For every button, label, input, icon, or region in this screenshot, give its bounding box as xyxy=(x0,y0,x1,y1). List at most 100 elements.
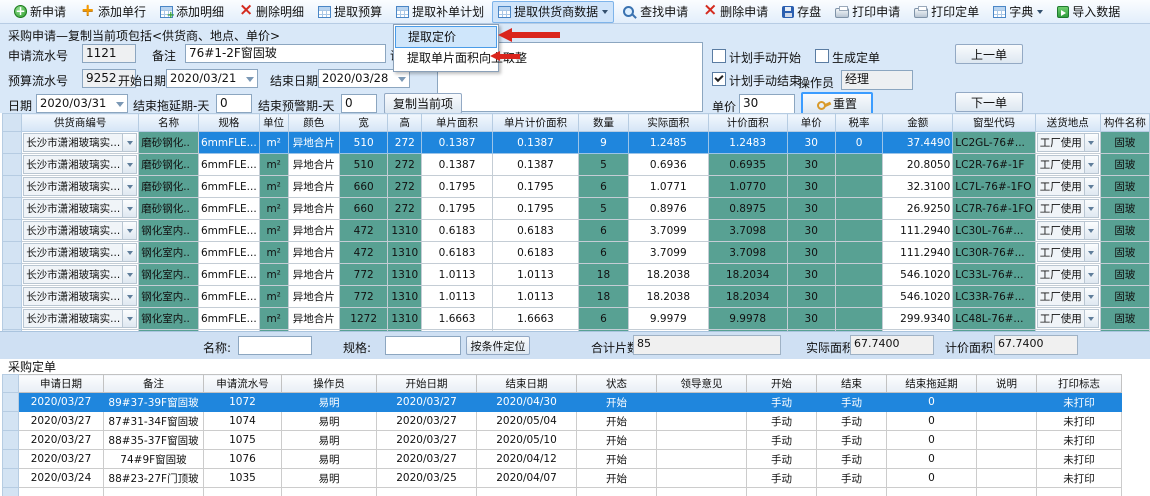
column-header[interactable]: 高 xyxy=(388,114,422,132)
table-row[interactable]: 长沙市潇湘玻璃实...钢化室内..6mmFLE...m²异地合片47213100… xyxy=(3,242,1150,264)
filter-name-input[interactable] xyxy=(238,336,312,355)
table-row[interactable]: 长沙市潇湘玻璃实...磨砂钢化..6mmFLE...m²异地合片5102720.… xyxy=(3,154,1150,176)
combo-dropdown-button[interactable] xyxy=(1084,156,1098,173)
request-no-field[interactable]: 1121 xyxy=(82,44,136,63)
combo-dropdown-button[interactable] xyxy=(1084,134,1098,151)
column-header[interactable]: 说明 xyxy=(977,375,1037,393)
combo-dropdown-button[interactable] xyxy=(122,200,136,217)
combo-dropdown-button[interactable] xyxy=(122,134,136,151)
toolbar-button-13[interactable]: 导入数据 xyxy=(1051,1,1126,23)
menu-item-1[interactable]: 提取单片面积向上取整 xyxy=(395,48,497,70)
combo-dropdown-button[interactable] xyxy=(122,156,136,173)
toolbar-button-0[interactable]: 新申请 xyxy=(8,1,72,23)
toolbar-button-4[interactable]: 提取预算 xyxy=(312,1,388,23)
column-header[interactable]: 计价面积 xyxy=(708,114,787,132)
toolbar-button-7[interactable]: 查找申请 xyxy=(616,1,694,23)
column-header[interactable]: 打印标志 xyxy=(1037,375,1122,393)
column-header[interactable]: 构件名称 xyxy=(1100,114,1149,132)
combo-dropdown-button[interactable] xyxy=(1084,178,1098,195)
column-header[interactable]: 颜色 xyxy=(288,114,339,132)
column-header[interactable]: 申请流水号 xyxy=(204,375,282,393)
column-header[interactable]: 单价 xyxy=(787,114,835,132)
combo-dropdown-button[interactable] xyxy=(1084,222,1098,239)
column-header[interactable]: 规格 xyxy=(198,114,259,132)
reset-button[interactable]: 重置 xyxy=(801,92,873,115)
remark-field[interactable]: 76#1-2F窗固玻 xyxy=(185,44,386,63)
generate-order-checkbox[interactable] xyxy=(815,49,829,63)
column-header[interactable]: 开始 xyxy=(747,375,817,393)
end-delay-field[interactable]: 0 xyxy=(216,94,252,113)
column-header[interactable]: 开始日期 xyxy=(377,375,477,393)
combo-dropdown-button[interactable] xyxy=(122,266,136,283)
column-header[interactable]: 税率 xyxy=(835,114,882,132)
combo-dropdown-button[interactable] xyxy=(122,178,136,195)
column-header[interactable]: 宽 xyxy=(339,114,388,132)
column-header[interactable]: 领导意见 xyxy=(657,375,747,393)
filter-spec-input[interactable] xyxy=(385,336,461,355)
menu-item-0[interactable]: 提取定价 xyxy=(395,26,497,48)
toolbar-button-2[interactable]: 添加明细 xyxy=(154,1,230,23)
combo-dropdown-button[interactable] xyxy=(122,244,136,261)
column-header[interactable]: 状态 xyxy=(577,375,657,393)
column-header[interactable]: 结束日期 xyxy=(477,375,577,393)
column-header[interactable]: 单位 xyxy=(259,114,288,132)
order-row[interactable]: 2020/03/2488#23-27F门顶玻1035易明2020/03/2520… xyxy=(3,469,1122,488)
dropdown-arrow-icon[interactable] xyxy=(1037,10,1043,14)
toolbar-button-10[interactable]: 打印申请 xyxy=(829,1,906,23)
table-row[interactable]: 长沙市潇湘玻璃实...钢化室内..6mmFLE...m²异地合片77213101… xyxy=(3,286,1150,308)
locate-by-condition-button[interactable]: 按条件定位 xyxy=(466,336,530,355)
column-header[interactable]: 单片面积 xyxy=(422,114,493,132)
manual-end-checkbox[interactable] xyxy=(712,72,726,86)
next-order-button[interactable]: 下一单 xyxy=(955,92,1023,112)
combo-dropdown-button[interactable] xyxy=(1084,288,1098,305)
column-header[interactable]: 数量 xyxy=(579,114,629,132)
start-date-select[interactable]: 2020/03/21 xyxy=(166,69,258,88)
toolbar-button-11[interactable]: 打印定单 xyxy=(908,1,985,23)
unit-price-field[interactable]: 30 xyxy=(739,94,795,114)
column-header[interactable]: 结束拖延期 xyxy=(887,375,977,393)
column-header[interactable]: 实际面积 xyxy=(628,114,708,132)
dropdown-arrow-icon[interactable] xyxy=(602,10,608,14)
toolbar-button-1[interactable]: 添加单行 xyxy=(74,1,152,23)
date-select[interactable]: 2020/03/31 xyxy=(36,94,128,113)
operator-field[interactable]: 经理 xyxy=(841,70,913,90)
table-row[interactable]: 长沙市潇湘玻璃实...钢化室内..6mmFLE...m²异地合片47213100… xyxy=(3,220,1150,242)
combo-dropdown-button[interactable] xyxy=(1084,310,1098,327)
column-header[interactable]: 送货地点 xyxy=(1035,114,1100,132)
combo-dropdown-button[interactable] xyxy=(122,222,136,239)
toolbar-button-12[interactable]: 字典 xyxy=(987,1,1049,23)
combo-dropdown-button[interactable] xyxy=(122,310,136,327)
order-row[interactable]: 2020/03/2774#9F窗固玻1076易明2020/03/272020/0… xyxy=(3,450,1122,469)
order-row[interactable]: 2020/03/2788#35-37F窗固玻1075易明2020/03/2720… xyxy=(3,431,1122,450)
combo-dropdown-button[interactable] xyxy=(1084,200,1098,217)
table-row[interactable]: 长沙市潇湘玻璃实...磨砂钢化..6mmFLE...m²异地合片6602720.… xyxy=(3,176,1150,198)
toolbar-button-8[interactable]: 删除申请 xyxy=(696,1,774,23)
column-header[interactable]: 申请日期 xyxy=(19,375,104,393)
column-header[interactable]: 名称 xyxy=(139,114,199,132)
order-row[interactable]: 2020/03/2787#31-34F窗固玻1074易明2020/03/2720… xyxy=(3,412,1122,431)
column-header[interactable]: 备注 xyxy=(104,375,204,393)
toolbar-button-9[interactable]: 存盘 xyxy=(776,1,827,23)
column-header[interactable]: 窗型代码 xyxy=(953,114,1035,132)
toolbar-button-6[interactable]: 提取供货商数据 xyxy=(492,1,614,23)
toolbar-button-3[interactable]: 删除明细 xyxy=(232,1,310,23)
column-header[interactable]: 单片计价面积 xyxy=(492,114,578,132)
column-header[interactable]: 操作员 xyxy=(282,375,377,393)
column-header[interactable]: 供货商编号 xyxy=(22,114,139,132)
toolbar-button-5[interactable]: 提取补单计划 xyxy=(390,1,490,23)
table-row[interactable]: 长沙市潇湘玻璃实...钢化室内..6mmFLE...m²异地合片77213101… xyxy=(3,264,1150,286)
manual-start-checkbox[interactable] xyxy=(712,49,726,63)
combo-dropdown-button[interactable] xyxy=(1084,244,1098,261)
table-row[interactable]: 长沙市潇湘玻璃实...磨砂钢化..6mmFLE...m²异地合片5102720.… xyxy=(3,132,1150,154)
column-header[interactable]: 金额 xyxy=(883,114,953,132)
table-row[interactable]: 长沙市潇湘玻璃实...磨砂钢化..6mmFLE...m²异地合片6602720.… xyxy=(3,198,1150,220)
combo-dropdown-button[interactable] xyxy=(1084,266,1098,283)
end-warn-field[interactable]: 0 xyxy=(341,94,377,113)
order-row[interactable]: 2020/03/2789#37-39F窗固玻1072易明2020/03/2720… xyxy=(3,393,1122,412)
table-row[interactable]: 长沙市潇湘玻璃实...钢化室内..6mmFLE...m²异地合片12721310… xyxy=(3,308,1150,330)
copy-current-button[interactable]: 复制当前项 xyxy=(384,93,462,114)
column-header[interactable]: 结束 xyxy=(817,375,887,393)
prev-order-button[interactable]: 上一单 xyxy=(955,44,1023,64)
cell: LC33L-76#... xyxy=(953,264,1035,286)
combo-dropdown-button[interactable] xyxy=(122,288,136,305)
